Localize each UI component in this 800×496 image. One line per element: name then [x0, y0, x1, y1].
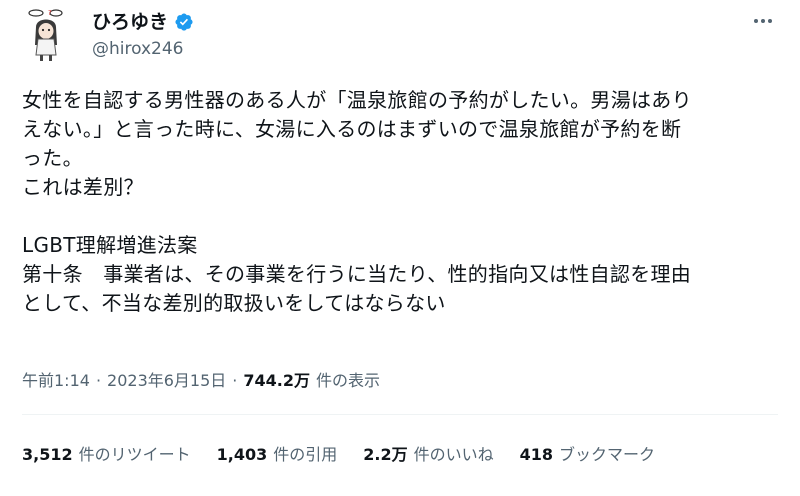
tweet-time[interactable]: 午前1:14: [22, 370, 90, 392]
views-count: 744.2万: [243, 371, 311, 390]
tweet-meta: 午前1:14 · 2023年6月15日 · 744.2万 件の表示: [22, 370, 380, 392]
more-options-button[interactable]: [748, 8, 778, 34]
meta-separator: ·: [95, 371, 102, 390]
quotes-stat[interactable]: 1,403 件の引用: [217, 444, 338, 466]
display-name-text: ひろゆき: [92, 11, 169, 33]
bookmarks-count: 418: [519, 445, 554, 464]
meta-separator: ·: [232, 371, 238, 390]
user-handle[interactable]: @hirox246: [92, 38, 184, 60]
avatar-illustration-icon: ?: [28, 9, 63, 61]
avatar[interactable]: ?: [22, 5, 74, 63]
tweet-stats: 3,512 件のリツイート 1,403 件の引用 2.2万 件のいいね 418 ブックマ…: [22, 444, 681, 466]
verified-badge-icon[interactable]: [174, 12, 194, 32]
svg-text:?: ?: [48, 9, 52, 17]
bookmarks-stat[interactable]: 418 ブックマーク: [520, 444, 655, 466]
retweets-stat[interactable]: 3,512 件のリツイート: [22, 444, 191, 466]
retweets-count: 3,512: [22, 445, 73, 464]
tweet-date[interactable]: 2023年6月15日: [107, 370, 226, 392]
likes-count: 2.2万: [363, 445, 408, 464]
views-label: 件の表示: [316, 371, 381, 390]
quotes-count: 1,403: [216, 445, 268, 464]
more-dots-icon: [754, 19, 772, 23]
quotes-label: 件の引用: [273, 445, 338, 464]
bookmarks-label: ブックマーク: [559, 445, 656, 464]
likes-label: 件のいいね: [413, 445, 494, 464]
tweet-text: 女性を自認する男性器のある人が「温泉旅館の予約がしたい。男湯はあり えない。」と…: [22, 88, 692, 315]
likes-stat[interactable]: 2.2万 件のいいね: [363, 444, 493, 466]
tweet-header: ? ひろゆき @hirox246: [0, 0, 800, 74]
divider: [22, 414, 778, 415]
retweets-label: 件のリツイート: [78, 445, 191, 464]
display-name[interactable]: ひろゆき: [92, 10, 194, 34]
